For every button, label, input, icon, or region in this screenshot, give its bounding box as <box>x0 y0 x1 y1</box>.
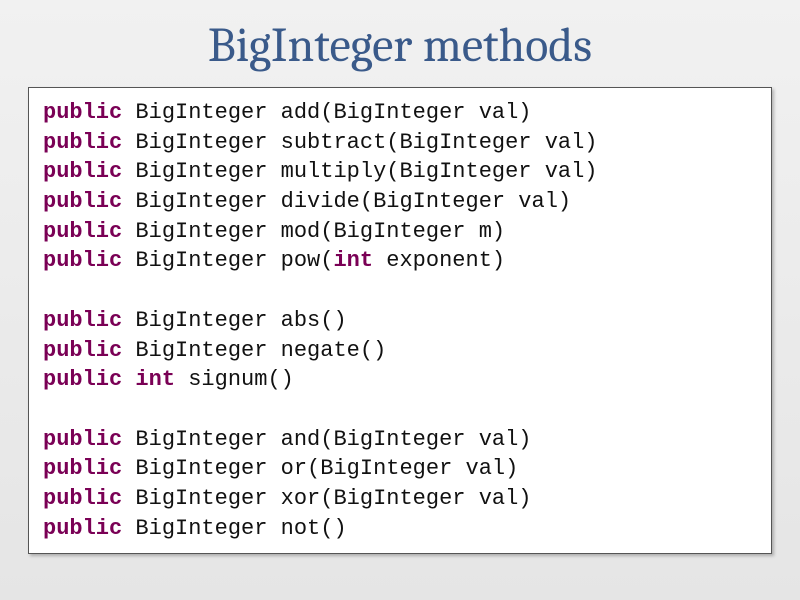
code-line-multiply: public BigInteger multiply(BigInteger va… <box>43 157 757 187</box>
keyword-public: public <box>43 248 122 273</box>
method-name-post: exponent) <box>373 248 505 273</box>
slide-title: BigInteger methods <box>0 0 800 87</box>
method-signature: subtract(BigInteger val) <box>281 130 598 155</box>
keyword-public: public <box>43 130 122 155</box>
code-line-and: public BigInteger and(BigInteger val) <box>43 425 757 455</box>
keyword-public: public <box>43 189 122 214</box>
method-signature: mod(BigInteger m) <box>281 219 505 244</box>
keyword-public: public <box>43 367 122 392</box>
blank-line <box>43 395 757 425</box>
slide: BigInteger methods public BigInteger add… <box>0 0 800 600</box>
param-type-int: int <box>333 248 373 273</box>
code-line-signum: public int signum() <box>43 365 757 395</box>
method-signature: signum() <box>188 367 294 392</box>
method-signature: xor(BigInteger val) <box>281 486 532 511</box>
keyword-public: public <box>43 159 122 184</box>
return-type: BigInteger <box>135 456 267 481</box>
code-line-abs: public BigInteger abs() <box>43 306 757 336</box>
code-box: public BigInteger add(BigInteger val) pu… <box>28 87 772 554</box>
code-line-negate: public BigInteger negate() <box>43 336 757 366</box>
method-signature: negate() <box>281 338 387 363</box>
return-type: BigInteger <box>135 338 267 363</box>
keyword-public: public <box>43 456 122 481</box>
code-line-subtract: public BigInteger subtract(BigInteger va… <box>43 128 757 158</box>
method-signature: and(BigInteger val) <box>281 427 532 452</box>
return-type: BigInteger <box>135 308 267 333</box>
keyword-public: public <box>43 100 122 125</box>
return-type: BigInteger <box>135 189 267 214</box>
method-signature: or(BigInteger val) <box>281 456 519 481</box>
keyword-public: public <box>43 308 122 333</box>
method-signature: abs() <box>281 308 347 333</box>
return-type: BigInteger <box>135 130 267 155</box>
code-line-divide: public BigInteger divide(BigInteger val) <box>43 187 757 217</box>
method-signature: not() <box>281 516 347 541</box>
code-line-xor: public BigInteger xor(BigInteger val) <box>43 484 757 514</box>
code-line-not: public BigInteger not() <box>43 514 757 544</box>
return-type: BigInteger <box>135 219 267 244</box>
method-signature: multiply(BigInteger val) <box>281 159 598 184</box>
code-line-or: public BigInteger or(BigInteger val) <box>43 454 757 484</box>
blank-line <box>43 276 757 306</box>
code-line-pow: public BigInteger pow(int exponent) <box>43 246 757 276</box>
method-signature: divide(BigInteger val) <box>281 189 571 214</box>
return-type: BigInteger <box>135 248 267 273</box>
return-type: BigInteger <box>135 427 267 452</box>
keyword-public: public <box>43 486 122 511</box>
method-name-pre: pow( <box>281 248 334 273</box>
keyword-public: public <box>43 516 122 541</box>
code-line-mod: public BigInteger mod(BigInteger m) <box>43 217 757 247</box>
keyword-public: public <box>43 427 122 452</box>
return-type-int: int <box>135 367 175 392</box>
return-type: BigInteger <box>135 100 267 125</box>
keyword-public: public <box>43 338 122 363</box>
return-type: BigInteger <box>135 486 267 511</box>
return-type: BigInteger <box>135 516 267 541</box>
keyword-public: public <box>43 219 122 244</box>
return-type: BigInteger <box>135 159 267 184</box>
method-signature: add(BigInteger val) <box>281 100 532 125</box>
code-line-add: public BigInteger add(BigInteger val) <box>43 98 757 128</box>
